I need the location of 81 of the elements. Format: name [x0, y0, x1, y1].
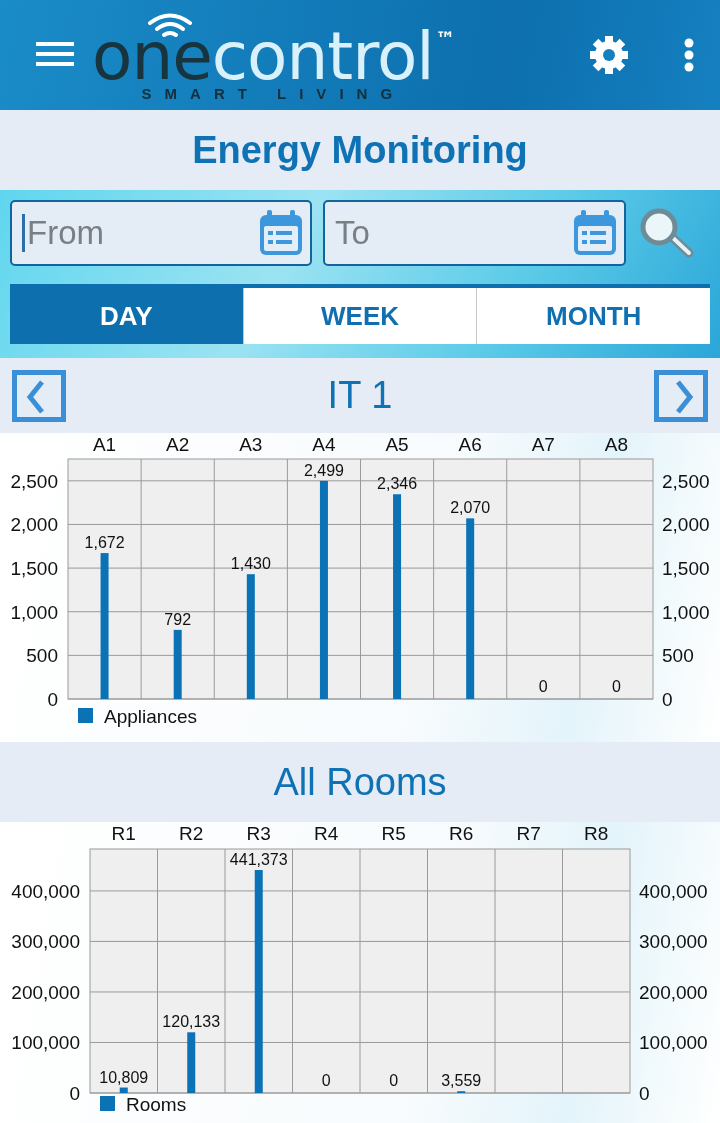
axis-label: 500 [26, 645, 58, 667]
category-label: R4 [314, 823, 339, 844]
to-date-field[interactable]: To [335, 214, 572, 252]
calendar-icon[interactable] [258, 208, 304, 258]
value-label: 0 [538, 678, 548, 695]
value-label: 0 [612, 678, 621, 695]
period-tab[interactable]: DAY [10, 288, 243, 344]
axis-label: 1,500 [662, 558, 710, 580]
axis-label: 1,000 [10, 601, 58, 623]
bar [187, 1032, 196, 1093]
settings-icon[interactable] [588, 34, 630, 76]
axis-label: 400,000 [639, 880, 708, 902]
category-label: R7 [516, 823, 541, 844]
category-label: A7 [531, 434, 555, 455]
axis-label: 100,000 [639, 1032, 708, 1054]
section-title: All Rooms [273, 760, 447, 804]
category-label: A8 [604, 434, 629, 455]
axis-label: 1,500 [10, 558, 58, 580]
legend-label: Rooms [126, 1094, 187, 1115]
axis-label: 2,500 [10, 470, 58, 492]
axis-label: 2,000 [10, 514, 58, 536]
value-label: 1,672 [84, 534, 125, 552]
legend-label: Appliances [104, 706, 197, 727]
category-label: R1 [111, 823, 136, 844]
more-options-icon[interactable] [684, 38, 694, 72]
to-date-field[interactable]: To [323, 200, 626, 266]
menu-icon[interactable] [36, 42, 74, 68]
calendar-icon[interactable] [572, 208, 618, 258]
value-label: 120,133 [162, 1013, 221, 1031]
value-label: 1,430 [230, 555, 271, 573]
legend-swatch [100, 1096, 115, 1111]
bar [173, 629, 182, 699]
axis-label: 200,000 [639, 981, 708, 1003]
logo-text: one [92, 26, 212, 87]
category-label: R8 [584, 823, 609, 844]
period-tab[interactable]: WEEK [242, 288, 477, 344]
axis-label: 0 [662, 689, 673, 710]
from-date-field[interactable]: From [22, 214, 258, 252]
previous-button[interactable] [12, 370, 66, 422]
axis-label: 1,000 [662, 601, 710, 623]
value-label: 792 [164, 610, 192, 628]
value-label: 3,559 [441, 1072, 482, 1089]
axis-label: 200,000 [11, 981, 80, 1003]
category-label: R2 [179, 823, 204, 844]
axis-label: 2,500 [662, 470, 710, 492]
category-label: A5 [385, 434, 409, 455]
value-label: 0 [321, 1072, 331, 1089]
next-button[interactable] [654, 370, 708, 422]
axis-label: 0 [639, 1083, 650, 1104]
value-label: 2,070 [450, 499, 491, 517]
axis-label: 100,000 [11, 1032, 80, 1054]
value-label: 0 [389, 1072, 399, 1089]
legend-swatch [78, 708, 93, 723]
category-label: A2 [166, 434, 190, 455]
section-title: IT 1 [327, 374, 393, 417]
category-label: A6 [458, 434, 482, 455]
category-label: R6 [449, 823, 474, 844]
axis-label: 2,000 [662, 514, 710, 536]
category-label: R5 [381, 823, 406, 844]
value-label: 2,346 [377, 475, 418, 493]
value-label: 441,373 [229, 851, 288, 869]
page-title: Energy Monitoring [192, 128, 528, 172]
period-tab[interactable]: MONTH [476, 288, 710, 344]
trademark-mark: ™ [435, 26, 455, 51]
axis-label: 300,000 [639, 931, 708, 953]
axis-label: 300,000 [11, 931, 80, 953]
axis-label: 400,000 [11, 880, 80, 902]
value-label: 2,499 [303, 461, 344, 479]
category-label: A1 [92, 434, 117, 455]
logo-text: control [211, 26, 434, 87]
category-label: A3 [239, 434, 263, 455]
category-label: A4 [312, 434, 336, 455]
from-date-field[interactable]: From [10, 200, 312, 266]
axis-label: 500 [662, 645, 694, 667]
axis-label: 0 [47, 689, 58, 710]
category-label: R3 [246, 823, 271, 844]
logo-tagline: SMART LIVING [141, 84, 406, 102]
bar [119, 1087, 128, 1093]
axis-label: 0 [69, 1083, 80, 1104]
value-label: 10,809 [99, 1068, 149, 1086]
wifi-icon [147, 11, 193, 40]
